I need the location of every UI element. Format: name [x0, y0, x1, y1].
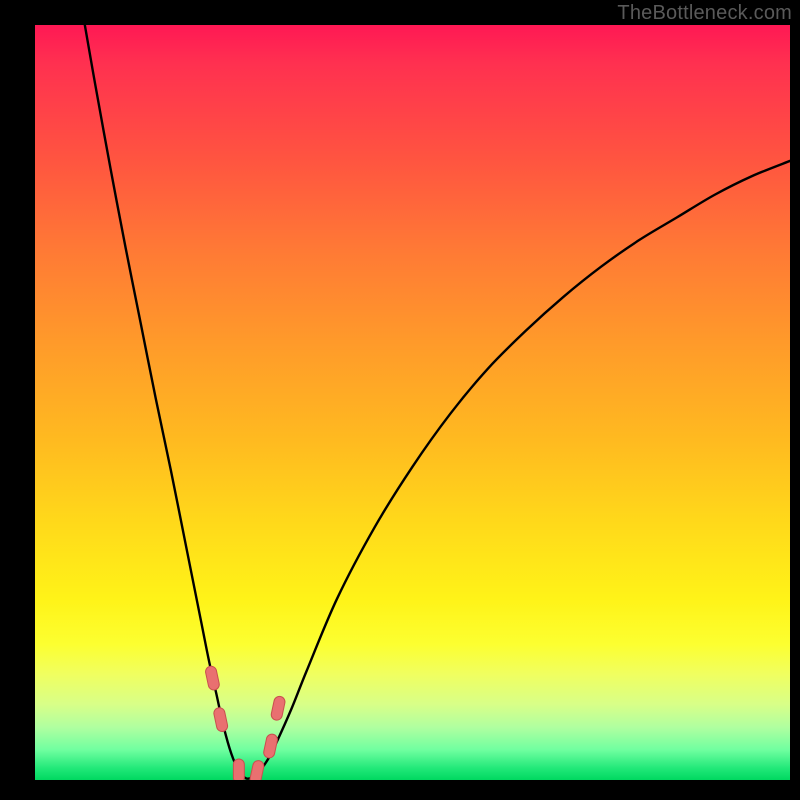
optimal-marker — [270, 695, 286, 721]
optimal-region-markers — [205, 665, 286, 780]
chart-frame: TheBottleneck.com — [0, 0, 800, 800]
optimal-marker — [233, 759, 244, 780]
optimal-marker — [263, 733, 279, 759]
plot-area — [35, 25, 790, 780]
curve-layer — [35, 25, 790, 780]
optimal-marker — [205, 665, 221, 691]
bottleneck-curve — [85, 25, 790, 779]
optimal-marker — [249, 760, 265, 780]
watermark-text: TheBottleneck.com — [617, 2, 792, 25]
optimal-marker — [213, 707, 229, 733]
